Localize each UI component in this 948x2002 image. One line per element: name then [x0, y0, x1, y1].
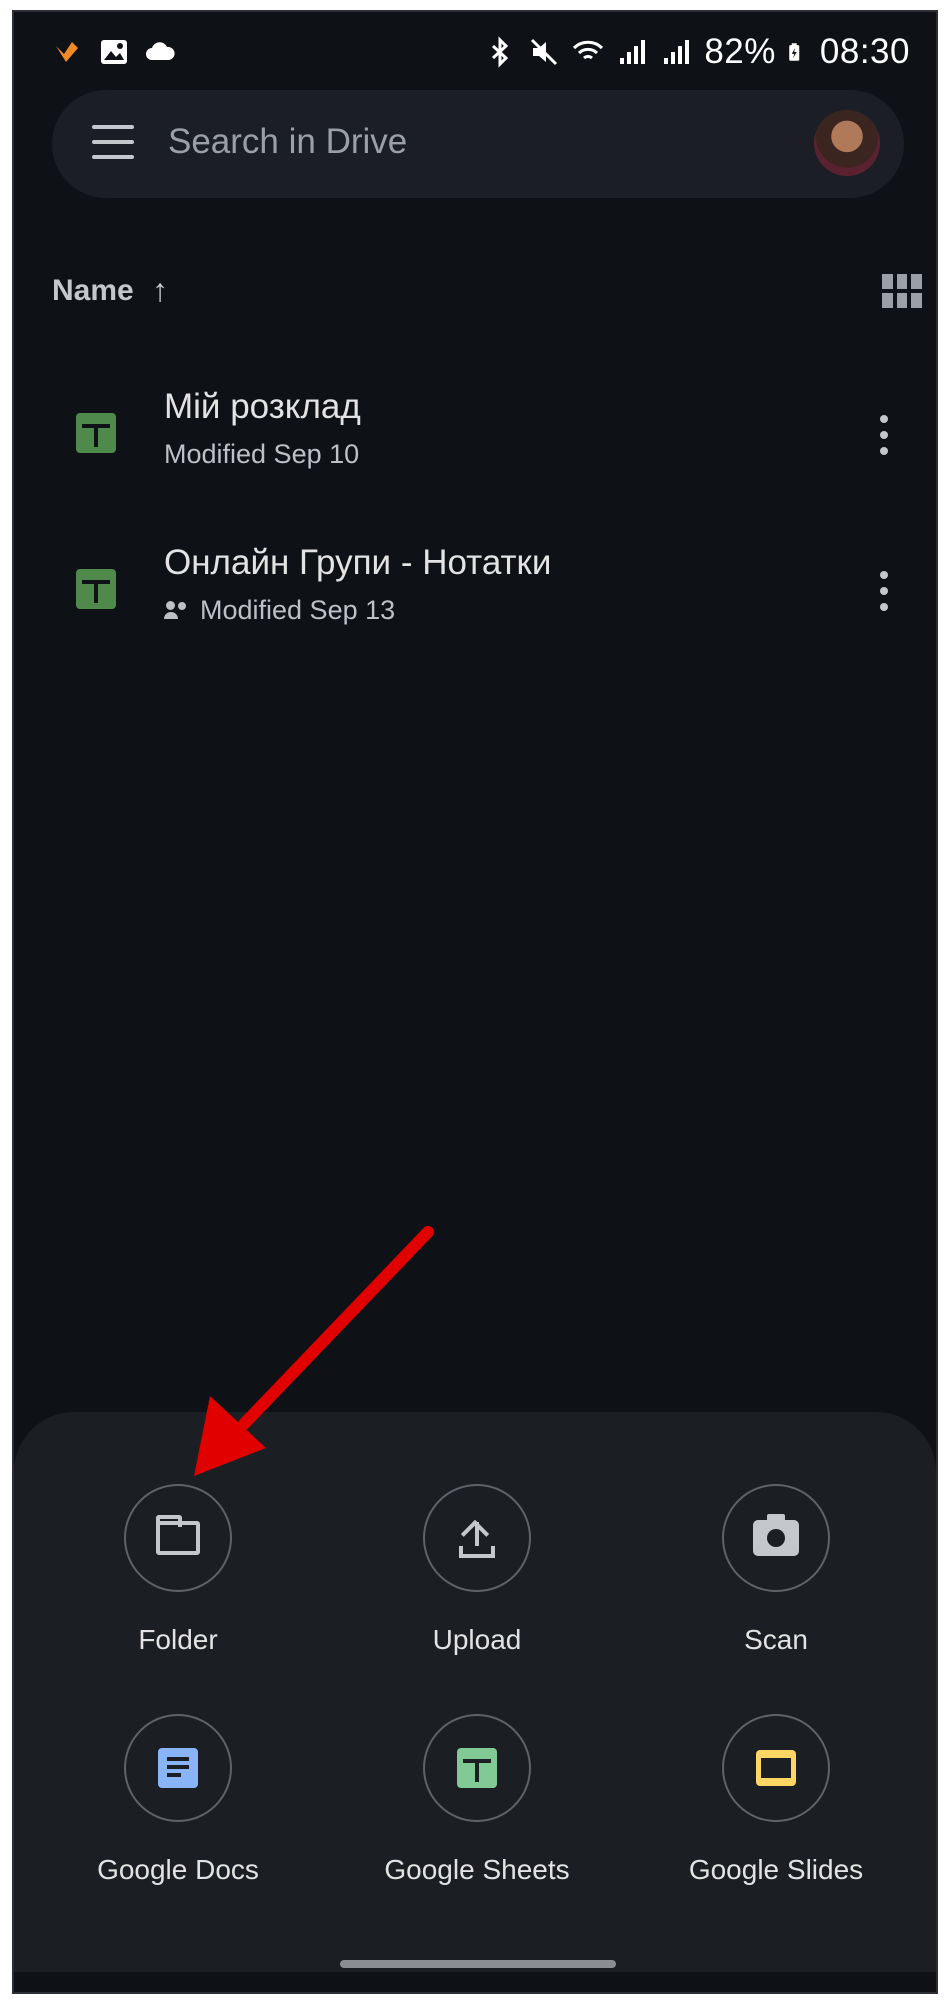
annotation-arrow-icon [194, 1226, 434, 1476]
phone-screen: 82% 08:30 Search in Drive Name ↑ Мій роз… [12, 10, 938, 1994]
